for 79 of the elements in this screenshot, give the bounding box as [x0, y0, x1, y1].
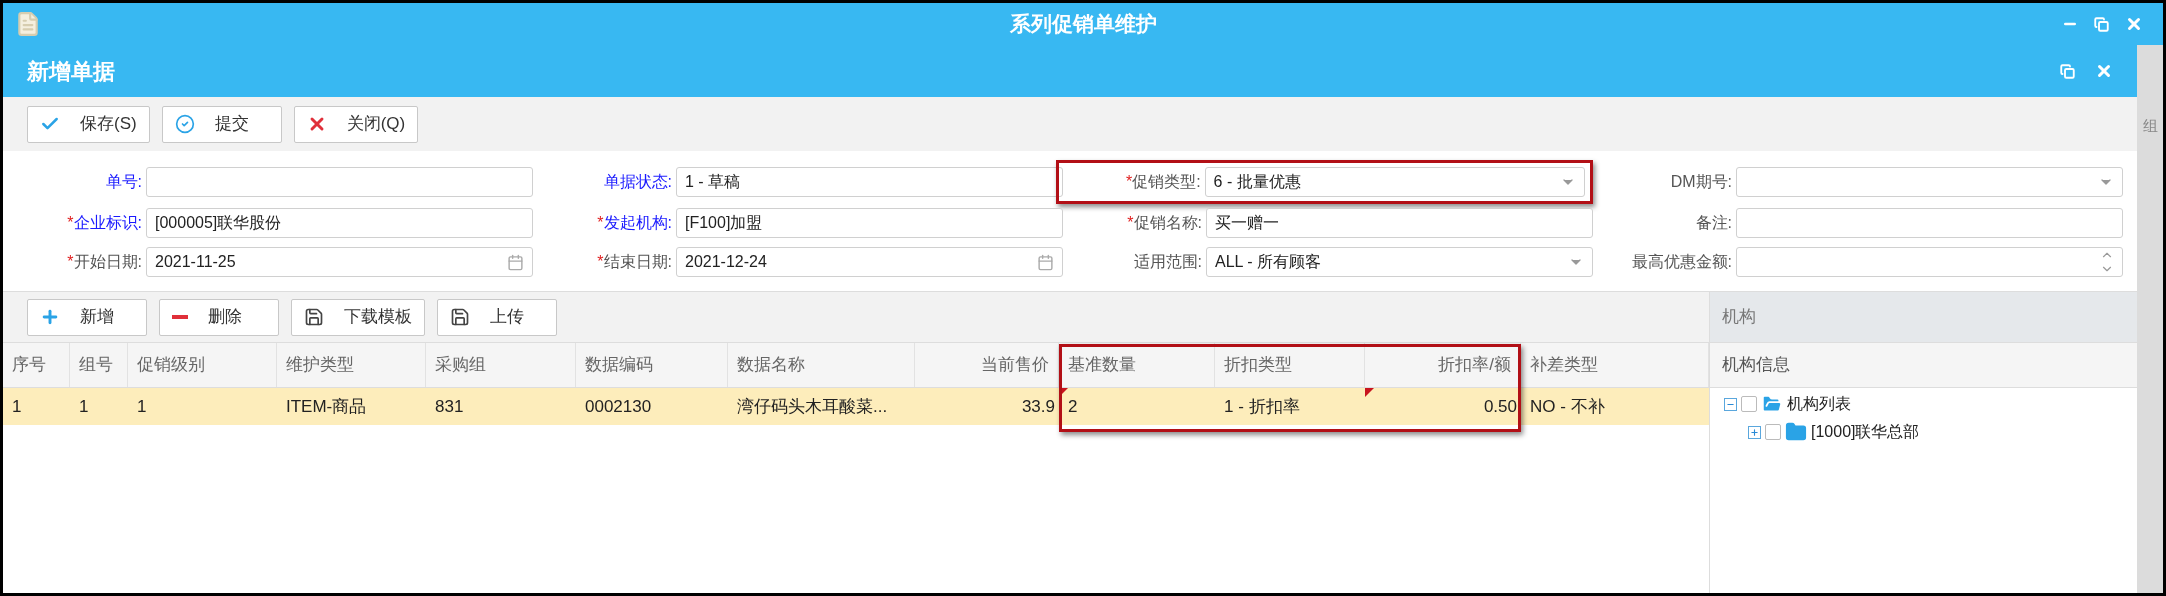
check-circle-icon — [174, 114, 195, 134]
close-icon[interactable] — [2095, 62, 2113, 80]
column-header[interactable]: 促销级别 — [128, 343, 277, 387]
field-label: 单号: — [104, 172, 143, 192]
table-cell-text: 0002130 — [584, 395, 653, 418]
input-field[interactable]: 2021-11-25 — [146, 247, 533, 277]
table-cell-text: 1 - 折扣率 — [1223, 395, 1301, 418]
tree-item[interactable]: 机构列表 — [1787, 392, 1851, 416]
calendar-icon — [507, 253, 524, 271]
panel-subtitle: 机构信息 — [1722, 354, 1790, 377]
column-header[interactable]: 组号 — [70, 343, 128, 387]
table-cell-text: 831 — [434, 395, 465, 418]
table-cell-text: NO - 不补 — [1529, 395, 1606, 418]
calendar-icon — [1037, 253, 1054, 271]
table-cell-text: 33.9 — [1020, 395, 1056, 418]
column-header[interactable]: 补差类型 — [1521, 343, 1709, 387]
toolbar-button[interactable]: 保存(S) — [27, 105, 150, 143]
input-field[interactable]: 1 - 草稿 — [676, 167, 1063, 197]
field-label: *发起机构: — [596, 213, 673, 233]
toolbar-button[interactable]: 新增 — [27, 298, 147, 336]
subwindow-title: 新增单据 — [27, 57, 115, 86]
input-field[interactable]: 2021-12-24 — [676, 247, 1063, 277]
column-header[interactable]: 折扣率/额 — [1365, 343, 1521, 387]
field-label: *促销名称: — [1126, 213, 1203, 233]
toolbar-button[interactable]: 关闭(Q) — [293, 105, 419, 143]
panel-title: 机构 — [1722, 306, 1756, 329]
input-field[interactable] — [1736, 247, 2123, 277]
field-label: 适用范围: — [1132, 252, 1203, 272]
toolbar-button[interactable]: 删除 — [159, 298, 279, 336]
column-header[interactable]: 序号 — [3, 343, 70, 387]
toolbar-button[interactable]: 上传 — [437, 298, 557, 336]
plus-icon — [40, 307, 60, 327]
table-cell-text: 1 — [136, 395, 148, 418]
checkbox[interactable] — [1765, 424, 1781, 440]
table-cell: 0.50 — [1365, 388, 1521, 425]
field-label: DM期号: — [1669, 172, 1733, 192]
table-cell-text: 1 — [11, 395, 23, 418]
column-header[interactable]: 当前售价 — [915, 343, 1059, 387]
field-label: *开始日期: — [66, 252, 143, 272]
input-field[interactable]: 买一赠一 — [1206, 208, 1593, 238]
field-label: 备注: — [1694, 213, 1733, 233]
checkbox[interactable] — [1741, 396, 1757, 412]
collapse-toggle-icon[interactable] — [1724, 397, 1737, 411]
table-row[interactable]: 1 1 1 ITEM-商品 831 0002130 湾仔码头木耳酸菜... 33.9 2 1 - 折扣率 0.50 NO - 不补 — [3, 388, 1709, 425]
document-icon — [15, 11, 41, 37]
input-field[interactable]: ALL - 所有顾客 — [1206, 247, 1593, 277]
restore-icon[interactable] — [2060, 63, 2075, 79]
column-header[interactable]: 折扣类型 — [1215, 343, 1365, 387]
restore-icon[interactable] — [2094, 16, 2109, 32]
input-field[interactable]: 6 - 批量优惠 — [1204, 167, 1585, 197]
field-label: 最高优惠金额: — [1630, 252, 1733, 272]
toolbar-button[interactable]: 提交 — [161, 105, 282, 143]
column-header[interactable]: 基准数量 — [1059, 343, 1215, 387]
table-cell-text: 湾仔码头木耳酸菜... — [736, 395, 889, 418]
field-label: 单据状态: — [602, 172, 673, 192]
column-header[interactable]: 维护类型 — [277, 343, 426, 387]
tree-item[interactable]: [1000]联华总部 — [1811, 420, 1920, 444]
input-field[interactable]: [F100]加盟 — [676, 208, 1063, 238]
expand-toggle-icon[interactable] — [1748, 425, 1761, 439]
edited-corner-mark — [1365, 388, 1374, 397]
table-cell-text: 1 — [78, 395, 90, 418]
close-icon[interactable] — [2125, 15, 2143, 33]
input-field[interactable] — [1736, 208, 2123, 238]
table-cell: 2 — [1059, 388, 1215, 425]
field-label: *结束日期: — [596, 252, 673, 272]
toolbar-button[interactable]: 下载模板 — [291, 298, 425, 336]
column-header[interactable]: 数据编码 — [576, 343, 728, 387]
minus-icon — [172, 315, 188, 319]
input-field[interactable] — [1736, 167, 2123, 197]
window-title: 系列促销单维护 — [1009, 11, 1157, 38]
column-header[interactable]: 数据名称 — [728, 343, 915, 387]
input-field[interactable]: [000005]联华股份 — [146, 208, 533, 238]
background-window-text: 组 — [2142, 116, 2159, 136]
table-cell-text: ITEM-商品 — [285, 395, 368, 418]
field-label: *企业标识: — [66, 213, 143, 233]
folder-icon — [1785, 421, 1807, 443]
column-header[interactable]: 采购组 — [426, 343, 576, 387]
input-field[interactable] — [146, 167, 533, 197]
field-label: *促销类型: — [1124, 172, 1202, 192]
